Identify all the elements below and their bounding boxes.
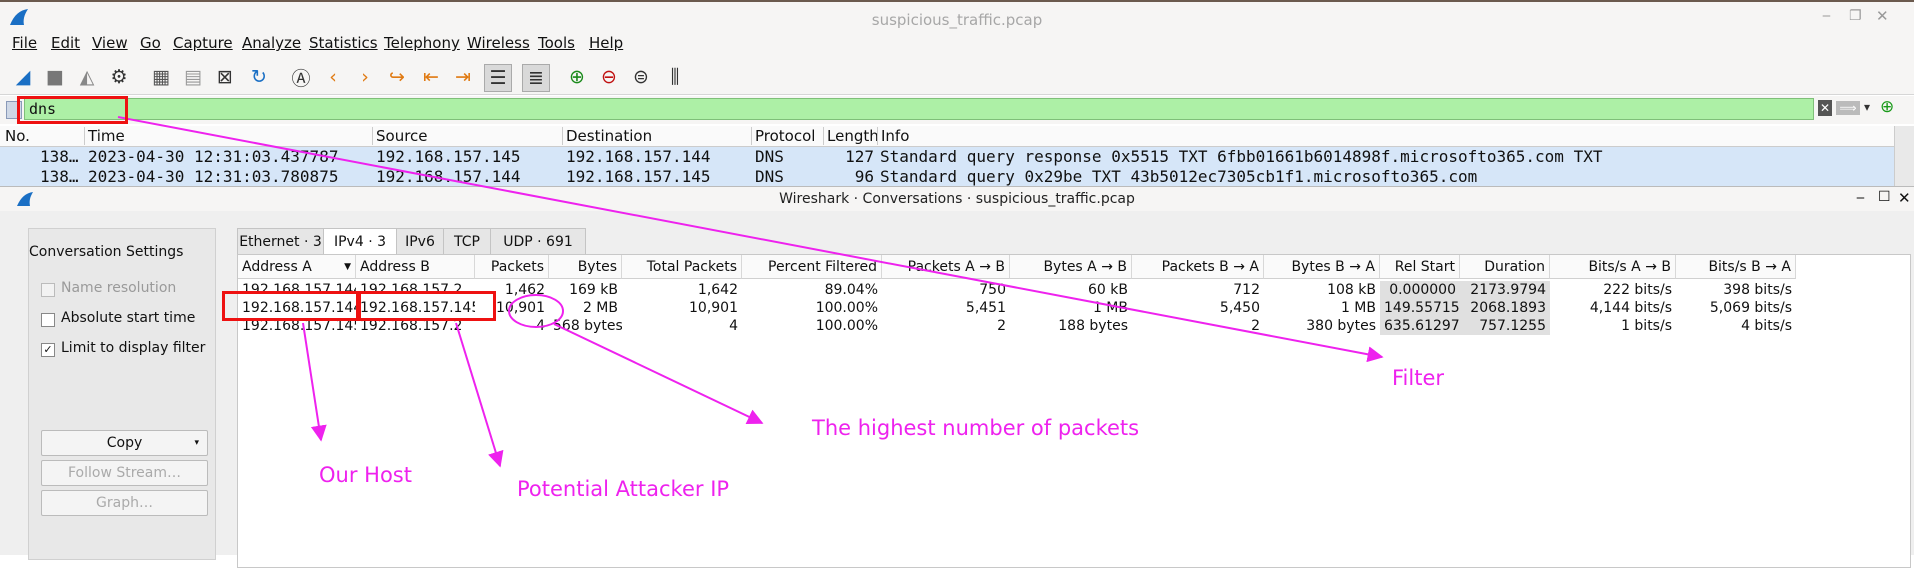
packets-highlight-circle bbox=[508, 294, 564, 328]
host-arrow bbox=[302, 322, 327, 442]
filter-note: Filter bbox=[1392, 366, 1445, 390]
our-host-note: Our Host bbox=[319, 463, 412, 487]
highest-packets-note: The highest number of packets bbox=[812, 416, 1140, 440]
filter-highlight-box bbox=[17, 96, 128, 124]
filter-arrow bbox=[117, 116, 1384, 363]
attacker-arrow bbox=[455, 322, 504, 468]
annotation-overlay bbox=[117, 116, 1384, 468]
host-highlight-box bbox=[222, 291, 359, 321]
attacker-highlight-box bbox=[358, 291, 496, 321]
attacker-ip-note: Potential Attacker IP bbox=[517, 477, 730, 501]
packets-arrow bbox=[553, 323, 764, 425]
